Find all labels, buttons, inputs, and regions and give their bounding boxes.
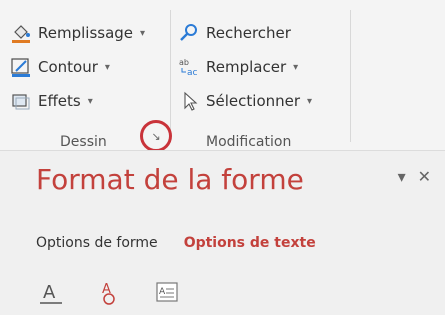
group-separator [170,10,171,142]
remplacer-button[interactable]: ab ac Remplacer ▾ [178,54,298,80]
pane-title: Format de la forme [36,163,304,196]
chevron-down-icon: ▾ [307,95,313,107]
dialog-launcher-button[interactable]: ↘ [140,120,172,152]
shape-effects-icon [10,90,32,112]
pane-tools: A A A [36,277,182,309]
text-fill-outline-icon[interactable]: A [36,277,66,309]
pen-outline-icon [10,56,32,78]
remplacer-label: Remplacer [206,58,287,76]
chevron-down-icon: ▾ [140,27,146,39]
remplissage-label: Remplissage [38,24,134,42]
selectionner-label: Sélectionner [206,92,301,110]
group-separator [350,10,351,142]
rechercher-label: Rechercher [206,24,291,42]
effets-label: Effets [38,92,81,110]
remplissage-button[interactable]: Remplissage ▾ [10,20,145,46]
paint-bucket-icon [10,22,32,44]
contour-button[interactable]: Contour ▾ [10,54,110,80]
effets-button[interactable]: Effets ▾ [10,88,93,114]
chevron-down-icon: ▾ [104,61,110,73]
ribbon: Remplissage ▾ Contour ▾ Effets ▾ Dessin … [0,0,445,152]
search-icon [178,22,200,44]
close-icon[interactable]: ✕ [418,167,431,186]
textbox-icon[interactable]: A [152,277,182,309]
format-pane: Format de la forme ▾ ✕ Options de forme … [0,150,445,315]
group-modification: Rechercher ab ac Remplacer ▾ Sélectionner… [178,8,346,150]
rechercher-button[interactable]: Rechercher [178,20,291,46]
svg-text:A: A [159,287,166,297]
group-label-dessin: Dessin [60,134,107,150]
dialog-launcher-icon: ↘ [151,129,161,143]
tab-options-de-texte[interactable]: Options de texte [184,235,316,251]
svg-text:A: A [43,282,56,303]
pane-tabs: Options de forme Options de texte [36,235,316,251]
replace-icon: ab ac [178,56,200,78]
group-label-modification: Modification [206,134,292,150]
select-cursor-icon [178,90,200,112]
chevron-down-icon: ▾ [87,95,93,107]
pane-controls: ▾ ✕ [398,167,431,186]
tab-options-de-forme[interactable]: Options de forme [36,235,158,251]
chevron-down-icon[interactable]: ▾ [398,167,406,186]
selectionner-button[interactable]: Sélectionner ▾ [178,88,312,114]
text-effects-icon[interactable]: A [94,277,124,309]
svg-text:ab: ab [179,58,189,67]
svg-text:ac: ac [187,68,198,78]
contour-label: Contour [38,58,98,76]
chevron-down-icon: ▾ [293,61,299,73]
